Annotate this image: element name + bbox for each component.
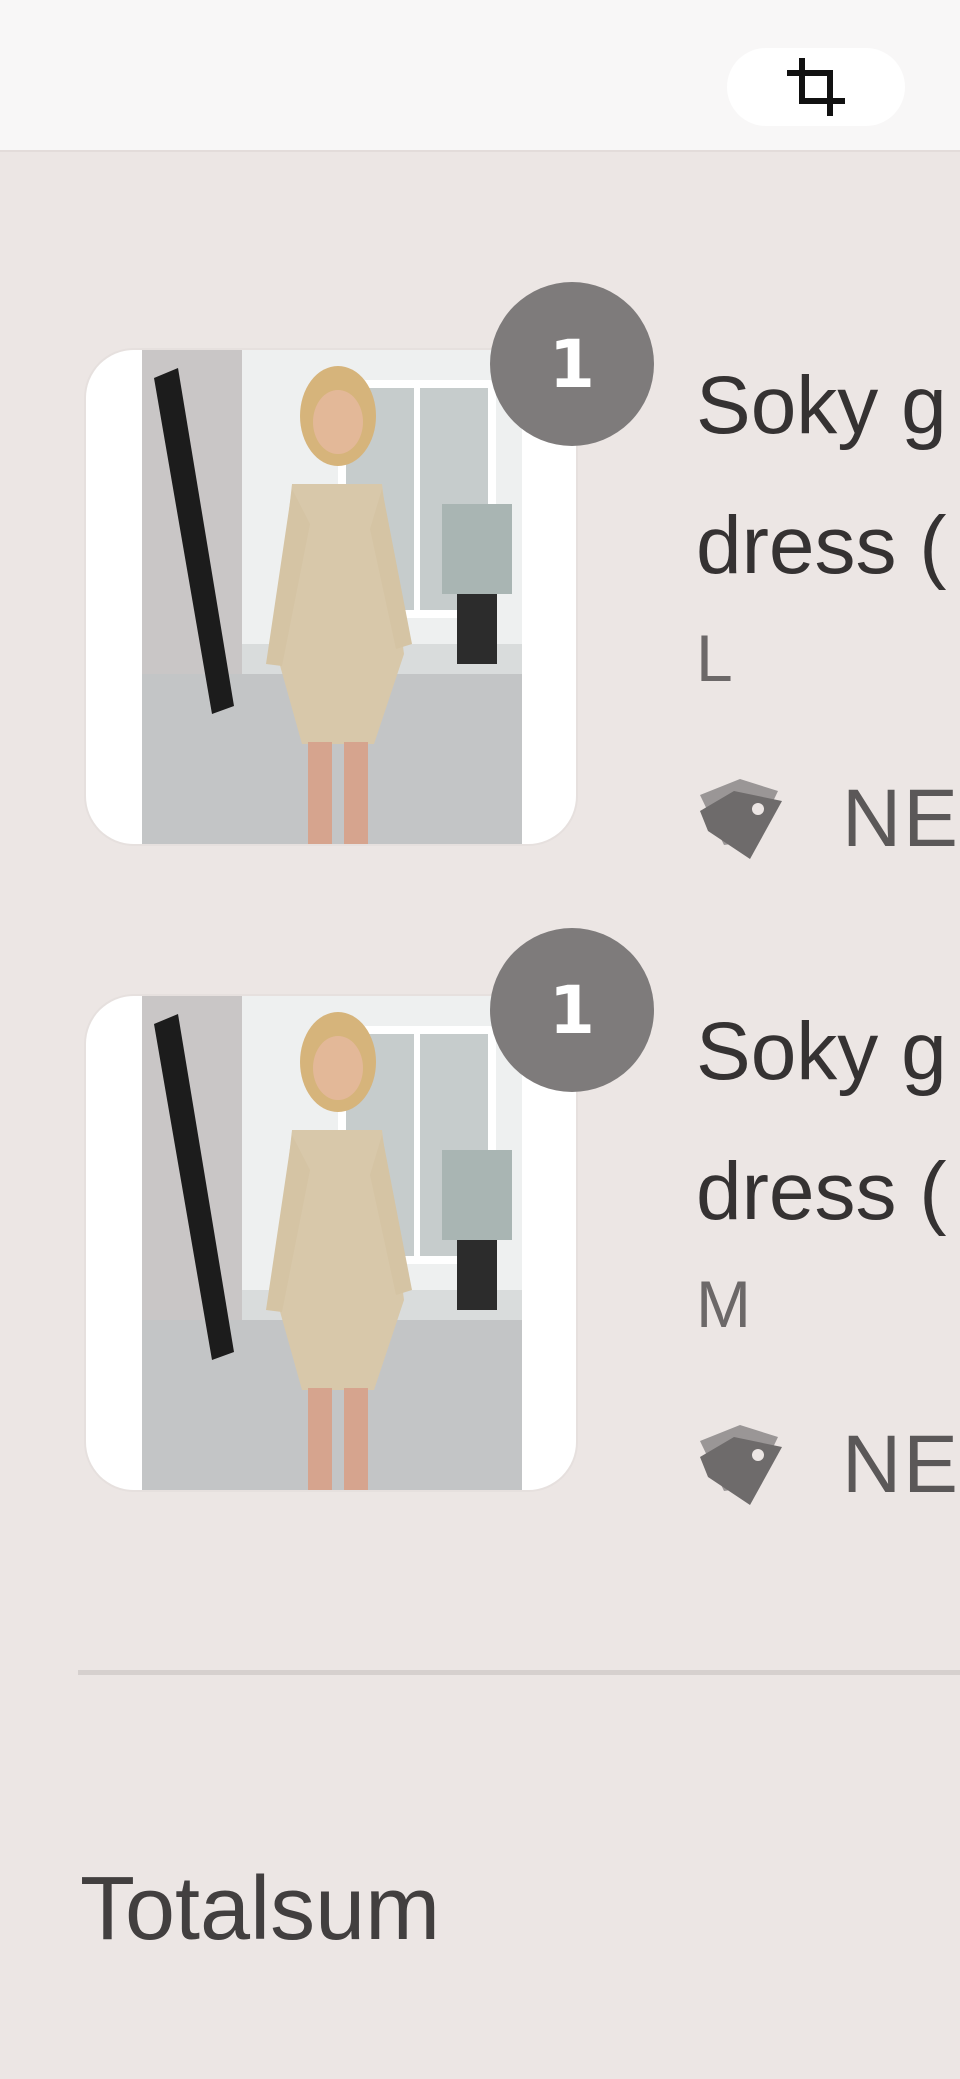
top-toolbar <box>0 0 960 152</box>
crop-icon <box>787 58 845 116</box>
product-variant: M <box>696 1267 751 1341</box>
total-label: Totalsum <box>80 1859 441 1959</box>
discount-tag: NEW <box>694 1410 960 1520</box>
dress-photo <box>142 350 522 844</box>
crop-button[interactable] <box>727 48 905 126</box>
product-image[interactable] <box>86 996 576 1490</box>
product-name[interactable]: Soky g dress ( <box>696 336 960 616</box>
discount-code: NEW <box>842 1419 960 1510</box>
quantity-badge: 1 <box>490 928 654 1092</box>
cart-item[interactable]: 1 Soky g dress ( L NEW <box>0 250 960 864</box>
divider <box>78 1670 960 1675</box>
quantity-badge: 1 <box>490 282 654 446</box>
discount-code: NEW <box>842 773 960 864</box>
dress-photo <box>142 996 522 1490</box>
tag-icon <box>700 779 782 859</box>
product-name[interactable]: Soky g dress ( <box>696 982 960 1262</box>
discount-tag: NEW <box>694 764 960 874</box>
product-variant: L <box>696 621 733 695</box>
product-image[interactable] <box>86 350 576 844</box>
tag-icon <box>700 1425 782 1505</box>
cart-item[interactable]: 1 Soky g dress ( M NEW <box>0 896 960 1510</box>
